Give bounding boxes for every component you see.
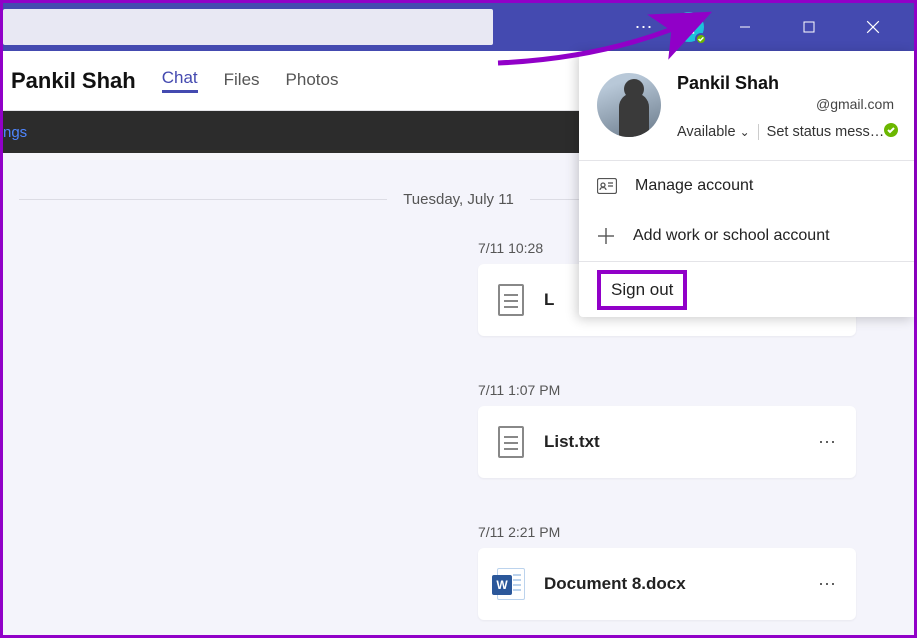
add-account-item[interactable]: Add work or school account	[579, 211, 914, 261]
window-maximize-button[interactable]	[786, 3, 832, 51]
presence-available-icon	[695, 33, 707, 45]
profile-photo[interactable]	[597, 73, 661, 137]
chat-title: Pankil Shah	[11, 68, 136, 94]
title-bar: ⋯	[3, 3, 914, 51]
file-name: Document 8.docx	[544, 574, 818, 594]
search-input[interactable]	[3, 9, 493, 45]
message-block: 7/11 1:07 PM List.txt ⋯	[478, 382, 856, 478]
word-file-icon	[496, 566, 526, 602]
tab-files[interactable]: Files	[224, 70, 260, 92]
sign-out-button[interactable]: Sign out	[597, 270, 687, 310]
message-block: 7/11 2:21 PM Document 8.docx ⋯	[478, 524, 856, 620]
person-icon	[681, 19, 697, 35]
plus-icon	[597, 227, 615, 245]
message-timestamp: 7/11 1:07 PM	[478, 382, 856, 398]
menu-item-label: Add work or school account	[633, 227, 830, 245]
file-name: List.txt	[544, 432, 818, 452]
banner-link[interactable]: ngs	[3, 124, 27, 141]
message-timestamp: 7/11 2:21 PM	[478, 524, 856, 540]
tab-photos[interactable]: Photos	[286, 70, 339, 92]
profile-email: @gmail.com	[677, 96, 894, 112]
manage-account-item[interactable]: Manage account	[579, 161, 914, 211]
file-more-button[interactable]: ⋯	[818, 574, 838, 595]
file-attachment-card[interactable]: List.txt ⋯	[478, 406, 856, 478]
file-more-button[interactable]: ⋯	[818, 432, 838, 453]
date-label: Tuesday, July 11	[387, 191, 530, 208]
profile-avatar-button[interactable]	[674, 12, 704, 42]
sign-out-row: Sign out	[579, 261, 914, 317]
status-selector[interactable]: Available ⌄	[677, 124, 750, 140]
menu-item-label: Manage account	[635, 177, 753, 195]
text-file-icon	[496, 424, 526, 460]
window-close-button[interactable]	[850, 3, 896, 51]
vertical-divider	[758, 124, 759, 140]
chevron-down-icon: ⌄	[740, 125, 750, 139]
set-status-message-button[interactable]: Set status mess…	[767, 124, 885, 140]
presence-available-icon	[882, 121, 900, 139]
id-card-icon	[597, 178, 617, 194]
more-options-button[interactable]: ⋯	[632, 17, 656, 38]
tab-chat[interactable]: Chat	[162, 68, 198, 93]
profile-menu-panel: Pankil Shah @gmail.com Available ⌄ Set s…	[579, 51, 914, 317]
text-file-icon	[496, 282, 526, 318]
profile-name: Pankil Shah	[677, 73, 894, 94]
file-attachment-card[interactable]: Document 8.docx ⋯	[478, 548, 856, 620]
window-minimize-button[interactable]	[722, 3, 768, 51]
